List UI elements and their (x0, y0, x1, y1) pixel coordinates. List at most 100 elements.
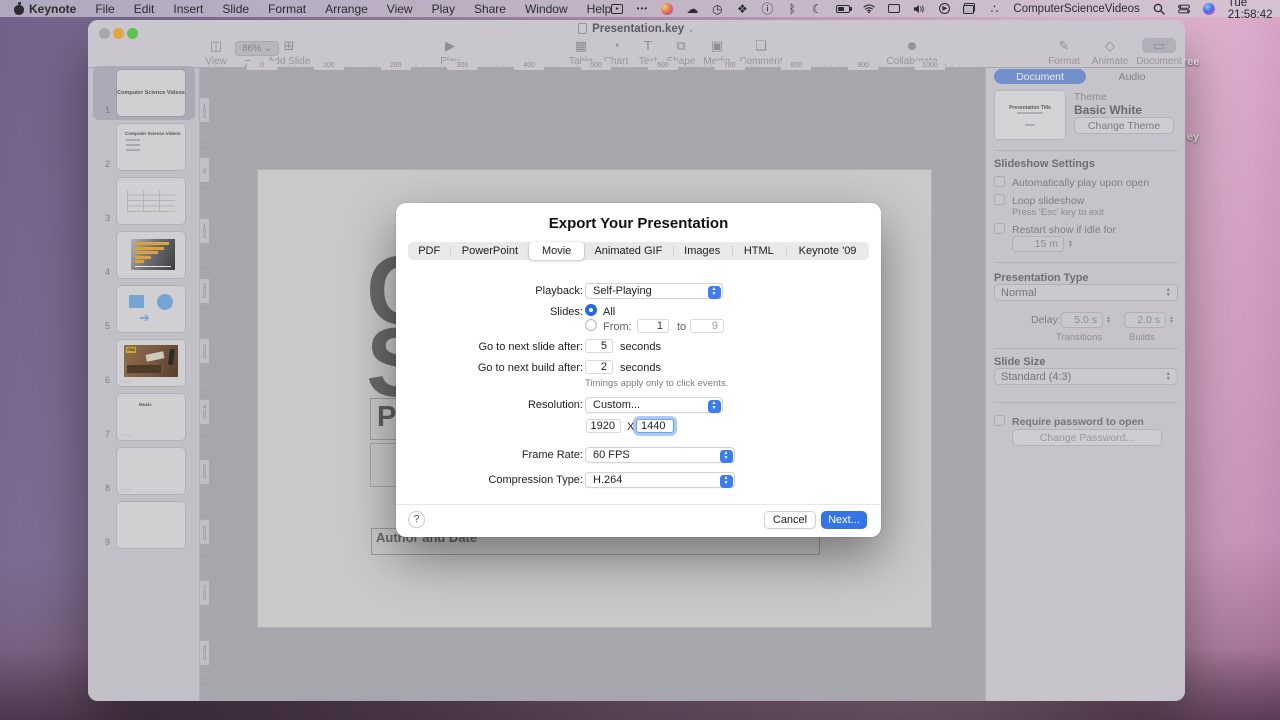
arrow-shape-preview: ➔ (139, 310, 150, 325)
menu-item[interactable]: Slide (222, 2, 249, 16)
builds-delay-stepper[interactable]: ▲ ▼ (1169, 312, 1174, 328)
square-shape-preview (129, 295, 144, 308)
display-icon[interactable] (888, 4, 901, 13)
windows-icon[interactable] (963, 3, 976, 14)
dots-icon[interactable]: ∴ (988, 2, 1000, 16)
play-circle-icon[interactable]: ▶ (938, 3, 950, 14)
compression-dropdown[interactable]: H.264 ▲ ▼ (585, 472, 735, 488)
tab-html[interactable]: HTML (731, 242, 787, 260)
build-indicator: ○○○ (120, 433, 133, 439)
slides-from-radio[interactable] (585, 319, 597, 331)
toolbar-document-button[interactable]: ▭ Document (1121, 38, 1185, 67)
user-name[interactable]: ComputerScienceVideos (1013, 3, 1139, 15)
transitions-delay-field[interactable]: 5.0 s (1061, 312, 1103, 328)
battery-icon[interactable] (836, 4, 853, 13)
tab-powerpoint[interactable]: PowerPoint (450, 242, 529, 260)
document-panel-icon: ▭ (1142, 38, 1176, 53)
presentation-type-dropdown[interactable]: Normal ▲ ▼ (994, 284, 1178, 301)
slide2-title-text: Computer Science Videos (125, 131, 181, 136)
menu-bar-clock[interactable]: Tue 21:58:42 (1228, 0, 1280, 21)
more-dots-icon[interactable]: ••• (636, 2, 648, 16)
menu-item[interactable]: Arrange (325, 2, 368, 16)
tab-audio[interactable]: Audio (1086, 69, 1178, 84)
slide-thumbnail-2[interactable]: 2 Computer Science Videos (88, 124, 200, 170)
restart-idle-checkbox[interactable] (994, 223, 1005, 234)
moon-icon[interactable]: ☾ (811, 2, 823, 16)
from-slide-field[interactable]: 1 (637, 319, 669, 333)
resolution-height-field[interactable]: 1440 (636, 419, 674, 433)
screen-mirroring-icon[interactable]: ▸ (611, 3, 624, 14)
resolution-dropdown[interactable]: Custom... ▲ ▼ (585, 397, 723, 413)
tab-images[interactable]: Images (672, 242, 732, 260)
tab-movie[interactable]: Movie (529, 242, 584, 260)
builds-delay-field[interactable]: 2.0 s (1124, 312, 1166, 328)
to-slide-field[interactable]: 9 (690, 319, 724, 333)
slide-navigator: 1 Computer Science Videos 2 Computer Sci… (88, 66, 200, 701)
menu-item[interactable]: Keynote (29, 2, 76, 16)
slide-size-dropdown[interactable]: Standard (4:3) ▲ ▼ (994, 368, 1178, 385)
build-indicator: ○○○ (120, 487, 133, 493)
menu-item[interactable]: File (95, 2, 114, 16)
slide-thumbnail-3[interactable]: 3 (88, 178, 200, 224)
tab-pdf[interactable]: PDF (408, 242, 450, 260)
search-icon[interactable] (1153, 2, 1165, 16)
slide-thumbnail-1[interactable]: 1 Computer Science Videos (88, 66, 200, 120)
cloud-icon[interactable]: ☁ (686, 2, 698, 16)
tab-document[interactable]: Document (994, 69, 1086, 84)
desktop-icon-label[interactable]: ey (1187, 131, 1199, 143)
slide-thumbnail-9[interactable]: 9 (88, 502, 200, 548)
wifi-icon[interactable] (863, 2, 875, 16)
menu-item[interactable]: View (387, 2, 413, 16)
photos-icon[interactable]: ❖ (736, 2, 748, 16)
idle-time-field[interactable]: 15 m (1012, 236, 1064, 252)
change-theme-button[interactable]: Change Theme (1074, 117, 1174, 134)
slide-thumbnail-6[interactable]: 6 FS8 ○○○ (88, 340, 200, 386)
next-build-field[interactable]: 2 (585, 360, 613, 374)
circle-shape-preview (157, 294, 173, 310)
cancel-button[interactable]: Cancel (764, 511, 816, 529)
tab-keynote-09[interactable]: Keynote '09 (786, 242, 869, 260)
slide-thumbnail-8[interactable]: 8 ○○○ (88, 448, 200, 494)
loop-slideshow-checkbox[interactable] (994, 194, 1005, 205)
auto-play-checkbox[interactable] (994, 176, 1005, 187)
window-chrome: Presentation.key ⌄ ◫View 86% ⌄Zoom ⊞Add … (88, 20, 1185, 71)
slides-all-radio[interactable] (585, 304, 597, 316)
frame-rate-dropdown[interactable]: 60 FPS ▲ ▼ (585, 447, 735, 463)
change-password-button[interactable]: Change Password... (1012, 429, 1162, 446)
document-icon (578, 23, 588, 34)
slide-thumbnail-4[interactable]: 4 (88, 232, 200, 278)
info-icon[interactable]: ⓘ (761, 2, 773, 16)
transitions-delay-stepper[interactable]: ▲ ▼ (1106, 312, 1111, 328)
desktop-icon-label[interactable]: ree (1183, 56, 1200, 68)
menu-item[interactable]: Play (432, 2, 455, 16)
help-button[interactable]: ? (408, 511, 425, 528)
volume-icon[interactable] (913, 2, 925, 16)
idle-time-stepper[interactable]: ▲ ▼ (1068, 236, 1073, 252)
playback-dropdown[interactable]: Self-Playing ▲ ▼ (585, 283, 723, 299)
menu-item[interactable]: Format (268, 2, 306, 16)
colors-orb-icon[interactable] (661, 2, 674, 15)
bluetooth-icon[interactable]: ᛒ (786, 2, 798, 16)
menu-item[interactable]: Share (474, 2, 506, 16)
dialog-divider (396, 504, 881, 505)
time-machine-icon[interactable]: ◷ (711, 2, 723, 16)
require-password-checkbox[interactable] (994, 415, 1005, 426)
table-preview (127, 190, 175, 212)
slide-thumbnail-5[interactable]: 5 ➔ (88, 286, 200, 332)
next-slide-field[interactable]: 5 (585, 339, 613, 353)
menu-item[interactable]: Insert (173, 2, 203, 16)
slide-thumbnail-7[interactable]: 7 Music ○○○ (88, 394, 200, 440)
next-button[interactable]: Next... (821, 511, 867, 529)
window-title[interactable]: Presentation.key ⌄ (88, 23, 1185, 35)
tab-animated-gif[interactable]: Animated GIF (584, 242, 673, 260)
chevron-updown-icon: ▲ ▼ (719, 449, 733, 463)
menu-item[interactable]: Window (525, 2, 568, 16)
menu-item[interactable]: Edit (134, 2, 155, 16)
resolution-width-field[interactable]: 1920 (586, 419, 621, 433)
loop-note: Press 'Esc' key to exit (1012, 207, 1104, 218)
slides-label: Slides: (549, 306, 583, 318)
control-center-icon[interactable] (1177, 2, 1190, 16)
siri-orb-icon[interactable] (1202, 2, 1215, 15)
chevron-updown-icon: ▲ ▼ (707, 285, 721, 299)
menu-item[interactable]: Help (587, 2, 612, 16)
